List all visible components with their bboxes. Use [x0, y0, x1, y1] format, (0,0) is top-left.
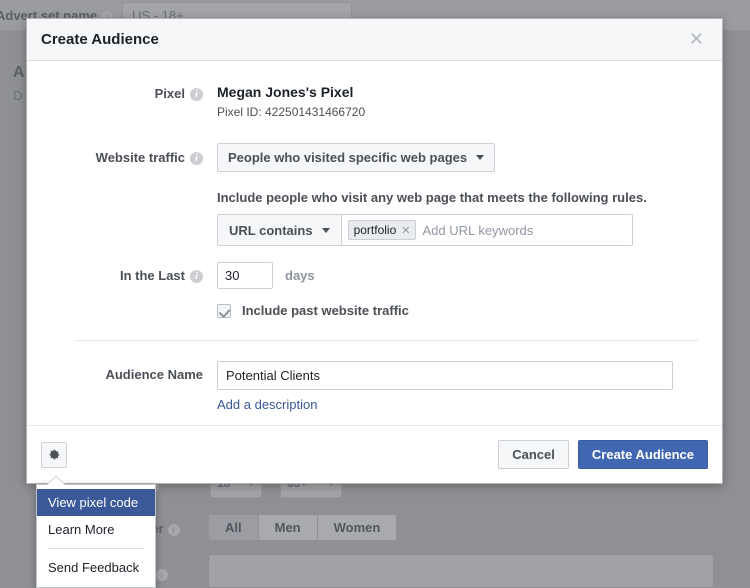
- menu-item-send-feedback[interactable]: Send Feedback: [37, 554, 155, 581]
- gear-icon[interactable]: [41, 441, 67, 468]
- website-traffic-selected-value: People who visited specific web pages: [228, 150, 468, 165]
- website-traffic-control: People who visited specific web pages: [217, 143, 698, 172]
- rules-row: Include people who visit any web page th…: [51, 190, 698, 246]
- in-the-last-row: In the Last i days Include past website t…: [51, 262, 698, 318]
- gender-option-men[interactable]: Men: [258, 515, 318, 540]
- gear-context-menu: View pixel code Learn More Send Feedback: [36, 476, 156, 588]
- dialog-title: Create Audience: [41, 31, 159, 48]
- url-rule-type-value: URL contains: [229, 222, 313, 238]
- url-rule-bar: URL contains portfolio ✕: [217, 214, 633, 246]
- in-the-last-label-text: In the Last: [119, 268, 185, 283]
- in-the-last-label: In the Last i: [51, 262, 217, 318]
- website-traffic-dropdown[interactable]: People who visited specific web pages: [217, 143, 496, 172]
- rules-spacer: [51, 190, 217, 246]
- url-rule-type-dropdown[interactable]: URL contains: [218, 215, 342, 245]
- in-the-last-control: days Include past website traffic: [217, 262, 698, 318]
- audience-name-control: Add a description: [217, 361, 698, 414]
- rules-description: Include people who visit any web page th…: [217, 190, 647, 205]
- gender-option-women[interactable]: Women: [317, 515, 397, 540]
- gender-option-all[interactable]: All: [209, 515, 259, 540]
- add-description-link[interactable]: Add a description: [217, 397, 317, 412]
- pixel-label-text: Pixel: [154, 86, 185, 101]
- url-token: portfolio ✕: [347, 220, 417, 240]
- section-divider: [76, 340, 698, 341]
- info-icon: i: [156, 568, 168, 581]
- gear-menu-items: View pixel code Learn More Send Feedback: [37, 489, 155, 581]
- background-audience-subtext: D: [13, 88, 23, 103]
- pixel-label: Pixel i: [51, 83, 217, 121]
- menu-separator: [47, 548, 145, 549]
- menu-item-view-pixel-code[interactable]: View pixel code: [37, 489, 155, 516]
- chevron-down-icon: [321, 227, 330, 233]
- pixel-name: Megan Jones's Pixel: [217, 84, 354, 100]
- dialog-header: Create Audience ✕: [27, 19, 722, 61]
- background-gender-segmented-control[interactable]: All Men Women: [208, 514, 398, 541]
- info-icon[interactable]: i: [190, 88, 203, 101]
- cancel-button[interactable]: Cancel: [498, 440, 569, 469]
- background-audience-heading: A: [13, 64, 25, 81]
- rules-control: Include people who visit any web page th…: [217, 190, 698, 246]
- include-past-traffic-label: Include past website traffic: [242, 303, 409, 318]
- url-keywords-input[interactable]: [422, 222, 626, 238]
- pixel-value-group: Megan Jones's Pixel Pixel ID: 4225014314…: [217, 83, 698, 121]
- days-input[interactable]: [217, 262, 273, 289]
- include-past-traffic-row[interactable]: Include past website traffic: [217, 303, 698, 318]
- audience-name-label: Audience Name: [51, 361, 217, 414]
- days-unit-label: days: [285, 268, 315, 283]
- background-locations-input[interactable]: [208, 554, 714, 588]
- menu-item-learn-more[interactable]: Learn More: [37, 516, 155, 543]
- pixel-id: Pixel ID: 422501431466720: [217, 105, 366, 119]
- pixel-row: Pixel i Megan Jones's Pixel Pixel ID: 422…: [51, 83, 698, 121]
- audience-name-row: Audience Name Add a description: [51, 361, 698, 414]
- create-audience-button[interactable]: Create Audience: [577, 440, 708, 469]
- url-token-label: portfolio: [353, 223, 397, 237]
- dialog-body: Pixel i Megan Jones's Pixel Pixel ID: 422…: [27, 61, 722, 425]
- create-audience-dialog: Create Audience ✕ Pixel i Megan Jones's P…: [26, 18, 723, 484]
- info-icon[interactable]: i: [190, 152, 203, 165]
- chevron-down-icon: [476, 155, 485, 160]
- info-icon: i: [167, 523, 180, 536]
- remove-token-icon[interactable]: ✕: [401, 224, 410, 237]
- audience-name-label-text: Audience Name: [105, 367, 203, 382]
- include-past-traffic-checkbox[interactable]: [217, 303, 231, 318]
- info-icon[interactable]: i: [190, 270, 203, 283]
- website-traffic-row: Website traffic i People who visited spec…: [51, 143, 698, 172]
- website-traffic-label-text: Website traffic: [95, 150, 185, 165]
- menu-arrow: [47, 477, 65, 485]
- close-icon[interactable]: ✕: [685, 29, 708, 51]
- website-traffic-label: Website traffic i: [51, 143, 217, 172]
- url-token-area[interactable]: portfolio ✕: [342, 215, 632, 245]
- dialog-footer: Cancel Create Audience: [27, 425, 722, 483]
- audience-name-input[interactable]: [217, 361, 673, 390]
